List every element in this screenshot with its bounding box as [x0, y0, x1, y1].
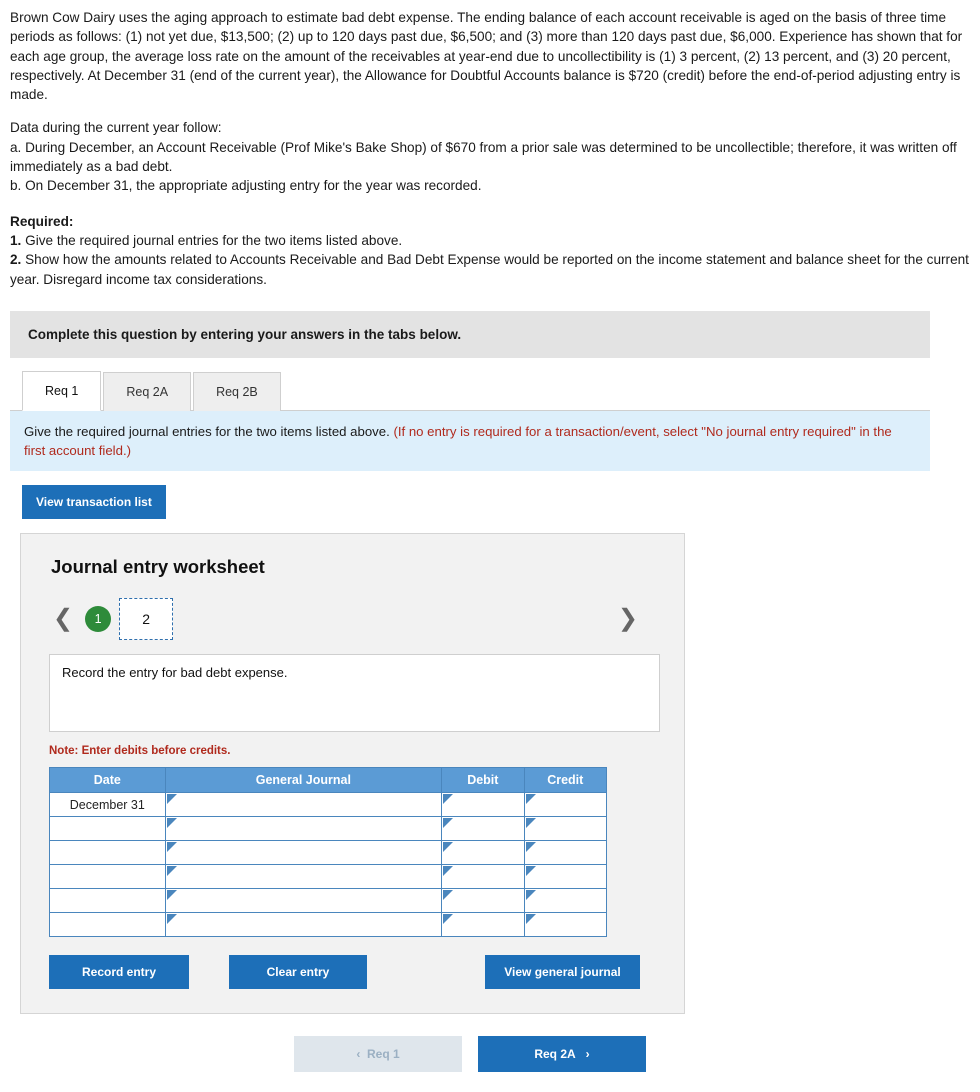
requirement-info-bar: Give the required journal entries for th… — [10, 410, 930, 472]
problem-paragraph-1: Brown Cow Dairy uses the aging approach … — [10, 10, 963, 103]
required-item-1: 1. Give the required journal entries for… — [10, 231, 970, 250]
cell-credit-6[interactable] — [523, 912, 608, 938]
required-item-2-number: 2. — [10, 252, 22, 268]
prev-requirement-label: Req 1 — [366, 1047, 400, 1062]
requirement-info-main: Give the required journal entries for th… — [24, 423, 390, 439]
cell-credit-1[interactable] — [523, 792, 608, 818]
worksheet-page-2[interactable]: 2 — [119, 598, 174, 641]
required-item-1-text: Give the required journal entries for th… — [21, 232, 403, 248]
problem-item-a: a. During December, an Account Receivabl… — [10, 139, 957, 175]
table-row — [49, 816, 608, 842]
cell-account-3[interactable] — [164, 840, 443, 866]
cell-credit-2[interactable] — [523, 816, 608, 842]
cell-account-1[interactable] — [164, 792, 443, 818]
cell-date-6[interactable] — [49, 912, 166, 938]
question-page: Brown Cow Dairy uses the aging approach … — [0, 0, 980, 1073]
cell-credit-3[interactable] — [523, 840, 608, 866]
view-transaction-list-button[interactable]: View transaction list — [22, 485, 166, 520]
cell-debit-6[interactable] — [441, 912, 525, 938]
column-header-credit: Credit — [523, 767, 608, 794]
chevron-left-icon: ‹ — [356, 1047, 361, 1062]
journal-entry-table: Date General Journal Debit Credit Decemb… — [49, 767, 608, 938]
cell-account-4[interactable] — [164, 864, 443, 890]
problem-statement: Brown Cow Dairy uses the aging approach … — [10, 8, 970, 289]
worksheet-pager: ❮ 1 2 ❯ — [49, 598, 660, 641]
table-row: December 31 — [49, 792, 608, 818]
worksheet-title: Journal entry worksheet — [51, 556, 265, 578]
next-requirement-label: Req 2A — [534, 1047, 576, 1062]
cell-account-5[interactable] — [164, 888, 443, 914]
cell-account-2[interactable] — [164, 816, 443, 842]
cell-date-2[interactable] — [49, 816, 166, 842]
column-header-date: Date — [49, 767, 166, 794]
chevron-left-icon[interactable]: ❮ — [49, 607, 85, 631]
required-item-2-text: Show how the amounts related to Accounts… — [10, 252, 969, 287]
problem-data-intro: Data during the current year follow: — [10, 120, 222, 136]
prev-requirement-button[interactable]: ‹ Req 1 — [294, 1036, 462, 1073]
cell-credit-4[interactable] — [523, 864, 608, 890]
tab-req-2b[interactable]: Req 2B — [193, 371, 281, 411]
required-item-2: 2. Show how the amounts related to Accou… — [10, 250, 970, 289]
required-item-1-number: 1. — [10, 232, 22, 248]
cell-debit-4[interactable] — [441, 864, 525, 890]
cell-account-6[interactable] — [164, 912, 443, 938]
next-requirement-button[interactable]: Req 2A › — [478, 1036, 646, 1073]
requirement-navigation: ‹ Req 1 Req 2A › — [10, 1036, 970, 1073]
cell-debit-2[interactable] — [441, 816, 525, 842]
cell-date-1[interactable]: December 31 — [49, 792, 166, 818]
journal-table-header-row: Date General Journal Debit Credit — [49, 767, 608, 794]
cell-date-5[interactable] — [49, 888, 166, 914]
table-row — [49, 840, 608, 866]
column-header-general-journal: General Journal — [164, 767, 443, 794]
clear-entry-button[interactable]: Clear entry — [229, 955, 367, 990]
chevron-right-icon: › — [585, 1047, 590, 1062]
debits-before-credits-note: Note: Enter debits before credits. — [49, 745, 231, 758]
cell-date-4[interactable] — [49, 864, 166, 890]
entry-prompt: Record the entry for bad debt expense. — [49, 654, 660, 733]
cell-debit-3[interactable] — [441, 840, 525, 866]
record-entry-button[interactable]: Record entry — [49, 955, 189, 990]
required-title: Required: — [10, 213, 74, 229]
tab-req-1[interactable]: Req 1 — [22, 370, 102, 411]
chevron-right-icon[interactable]: ❯ — [614, 607, 660, 631]
cell-credit-5[interactable] — [523, 888, 608, 914]
cell-date-3[interactable] — [49, 840, 166, 866]
column-header-debit: Debit — [441, 767, 525, 794]
cell-debit-5[interactable] — [441, 888, 525, 914]
cell-debit-1[interactable] — [441, 792, 525, 818]
table-row — [49, 864, 608, 890]
view-general-journal-button[interactable]: View general journal — [485, 955, 640, 990]
problem-item-b: b. On December 31, the appropriate adjus… — [10, 178, 482, 194]
worksheet-page-1[interactable]: 1 — [85, 606, 112, 633]
required-block: Required: 1. Give the required journal e… — [10, 212, 970, 289]
table-row — [49, 888, 608, 914]
journal-entry-worksheet-panel: Journal entry worksheet ❮ 1 2 ❯ Record t… — [20, 533, 685, 1015]
worksheet-action-buttons: Record entry Clear entry View general jo… — [49, 955, 660, 990]
tab-req-2a[interactable]: Req 2A — [103, 371, 192, 411]
table-row — [49, 912, 608, 938]
tab-bar: Req 1 Req 2A Req 2B — [10, 370, 930, 411]
problem-data-block: Data during the current year follow: a. … — [10, 118, 970, 195]
instruction-bar: Complete this question by entering your … — [10, 310, 930, 358]
